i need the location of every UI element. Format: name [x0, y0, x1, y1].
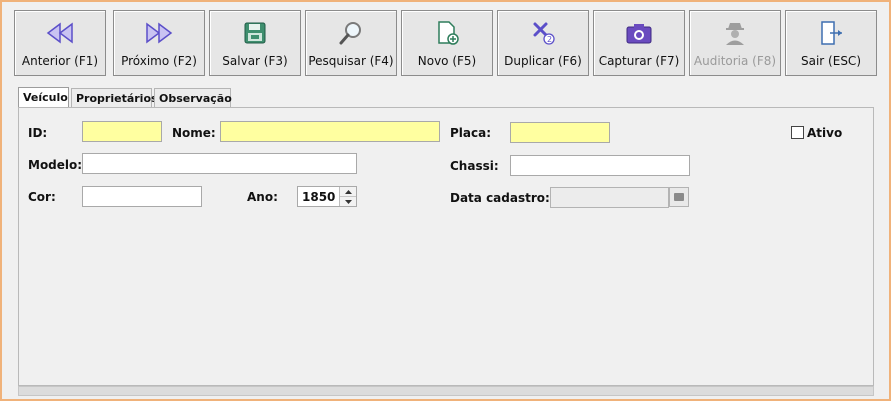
auditoria-label: Auditoria (F8) — [693, 54, 777, 68]
fast-forward-icon — [114, 19, 204, 47]
duplicar-button[interactable]: 2 Duplicar (F6) — [497, 10, 589, 76]
camera-icon — [594, 19, 684, 47]
window-frame: Anterior (F1) Próximo (F2) Salvar (F3) P… — [0, 0, 891, 401]
novo-button[interactable]: Novo (F5) — [401, 10, 493, 76]
toolbar: Anterior (F1) Próximo (F2) Salvar (F3) P… — [14, 10, 884, 76]
horizontal-scrollbar[interactable] — [18, 386, 874, 396]
anterior-button[interactable]: Anterior (F1) — [14, 10, 106, 76]
cor-label: Cor: — [28, 190, 56, 204]
salvar-button[interactable]: Salvar (F3) — [209, 10, 301, 76]
id-field[interactable] — [82, 121, 162, 142]
auditoria-button[interactable]: Auditoria (F8) — [689, 10, 781, 76]
placa-field[interactable] — [510, 122, 610, 143]
modelo-label: Modelo: — [28, 158, 83, 172]
calendar-icon — [674, 193, 684, 201]
ano-spinner-buttons — [339, 187, 356, 206]
ano-value: 1850 — [302, 190, 336, 204]
proximo-button[interactable]: Próximo (F2) — [113, 10, 205, 76]
svg-text:2: 2 — [547, 35, 552, 44]
rewind-icon — [15, 19, 105, 47]
ativo-checkbox[interactable] — [791, 126, 804, 139]
capturar-button[interactable]: Capturar (F7) — [593, 10, 685, 76]
spy-icon — [690, 19, 780, 47]
pesquisar-label: Pesquisar (F4) — [308, 54, 394, 68]
placa-label: Placa: — [450, 126, 492, 140]
tab-proprietarios[interactable]: Proprietários — [71, 88, 158, 107]
ativo-label: Ativo — [807, 126, 843, 140]
nome-label: Nome: — [172, 126, 216, 140]
ano-increment-button[interactable] — [340, 187, 356, 197]
new-document-icon — [402, 19, 492, 47]
id-label: ID: — [28, 126, 48, 140]
modelo-field[interactable] — [82, 153, 357, 174]
novo-label: Novo (F5) — [417, 54, 477, 68]
ano-decrement-button[interactable] — [340, 197, 356, 206]
ano-label: Ano: — [247, 190, 278, 204]
pesquisar-button[interactable]: Pesquisar (F4) — [305, 10, 397, 76]
chassi-field[interactable] — [510, 155, 690, 176]
salvar-label: Salvar (F3) — [222, 54, 288, 68]
duplicate-icon: 2 — [498, 19, 588, 47]
sair-button[interactable]: Sair (ESC) — [785, 10, 877, 76]
proximo-label: Próximo (F2) — [121, 54, 197, 68]
data-cadastro-field — [550, 187, 669, 208]
tab-observacao[interactable]: Observação — [154, 88, 232, 107]
sair-label: Sair (ESC) — [801, 54, 861, 68]
duplicar-label: Duplicar (F6) — [504, 54, 582, 68]
cor-field[interactable] — [82, 186, 202, 207]
calendar-button[interactable] — [669, 187, 689, 207]
nome-field[interactable] — [220, 121, 440, 142]
tab-veiculo[interactable]: Veículo — [18, 87, 69, 108]
veiculo-panel — [18, 107, 874, 386]
floppy-disk-icon — [210, 19, 300, 47]
exit-door-icon — [786, 19, 876, 47]
capturar-label: Capturar (F7) — [598, 54, 680, 68]
chassi-label: Chassi: — [450, 159, 499, 173]
magnifier-icon — [306, 19, 396, 47]
data-cadastro-label: Data cadastro: — [450, 191, 550, 205]
ano-spinner[interactable]: 1850 — [297, 186, 357, 207]
anterior-label: Anterior (F1) — [21, 54, 99, 68]
